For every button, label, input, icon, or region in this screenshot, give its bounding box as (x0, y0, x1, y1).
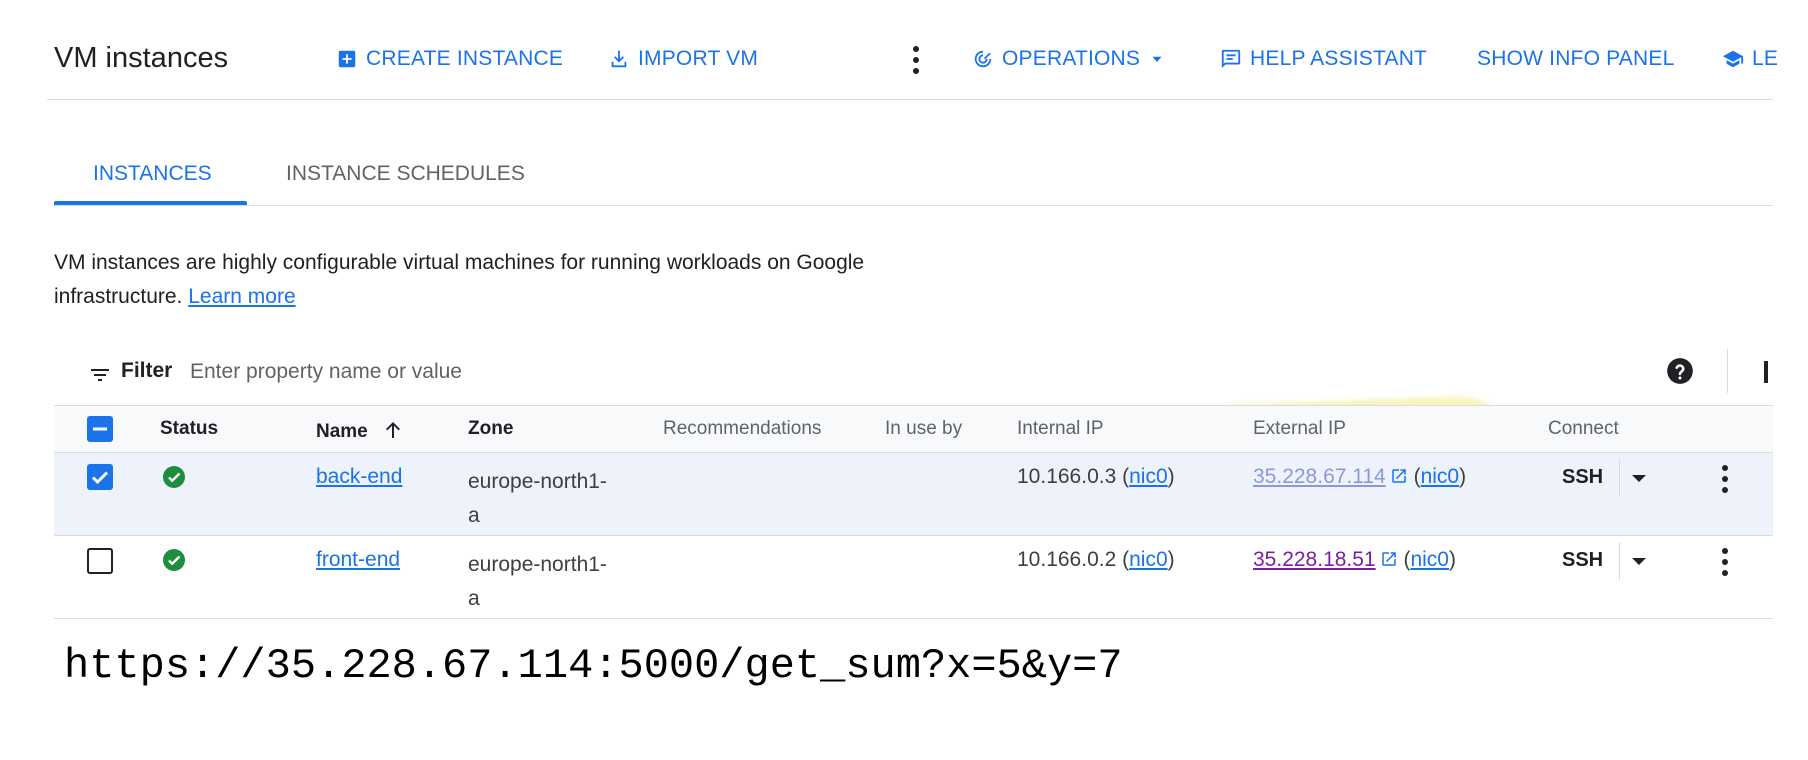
page-title: VM instances (54, 42, 229, 74)
external-nic-link[interactable]: nic0 (1410, 548, 1449, 571)
toolbar-divider (47, 99, 1773, 100)
caret-down-icon (1152, 56, 1162, 62)
internal-ip-value: 10.166.0.2 (1017, 548, 1117, 571)
add-box-icon (338, 50, 356, 68)
help-assistant-label: HELP ASSISTANT (1250, 47, 1428, 70)
filter-icon[interactable] (88, 363, 112, 387)
internal-nic-link[interactable]: nic0 (1129, 548, 1168, 571)
column-recommendations[interactable]: Recommendations (663, 418, 821, 440)
zone-cell: europe-north1- a (468, 548, 607, 616)
zone-line1: europe-north1- (468, 553, 607, 576)
table-header: Status Name Zone Recommendations In use … (54, 405, 1773, 453)
zone-cell: europe-north1- a (468, 465, 607, 533)
row-more-icon[interactable] (1721, 465, 1729, 495)
open-in-new-icon[interactable] (1390, 467, 1408, 485)
chat-icon (1221, 49, 1241, 69)
ssh-separator (1619, 459, 1620, 497)
more-actions-icon[interactable] (912, 46, 920, 76)
import-vm-label: IMPORT VM (638, 47, 759, 70)
column-zone[interactable]: Zone (468, 418, 513, 440)
external-ip-link[interactable]: 35.228.18.51 (1253, 548, 1376, 571)
sort-ascending-icon (386, 422, 401, 438)
zone-line1: europe-north1- (468, 470, 607, 493)
column-status[interactable]: Status (160, 418, 218, 440)
indeterminate-icon (93, 427, 107, 431)
show-info-panel-label: SHOW INFO PANEL (1477, 47, 1675, 70)
external-ip-cell: 35.228.67.114 (nic0) (1253, 465, 1467, 488)
tab-bar: INSTANCES INSTANCE SCHEDULES (54, 140, 1773, 206)
school-icon (1722, 50, 1744, 68)
filter-bar: Filter (54, 345, 1773, 405)
page-description: VM instances are highly configurable vir… (54, 246, 954, 314)
instance-name-link[interactable]: front-end (316, 548, 400, 572)
check-circle-icon (163, 466, 185, 488)
create-instance-label: CREATE INSTANCE (366, 47, 564, 70)
instance-name-link[interactable]: back-end (316, 465, 402, 489)
ssh-dropdown-icon[interactable] (1632, 558, 1646, 565)
learn-more-link[interactable]: Learn more (188, 285, 295, 308)
description-text: VM instances are highly configurable vir… (54, 251, 865, 308)
operations-icon (974, 50, 992, 68)
operations-label: OPERATIONS (1002, 47, 1141, 70)
learn-label: LE (1752, 47, 1779, 70)
checkmark-icon (91, 471, 109, 485)
internal-ip-value: 10.166.0.3 (1017, 465, 1117, 488)
tab-instance-schedules[interactable]: INSTANCE SCHEDULES (286, 140, 525, 204)
column-connect[interactable]: Connect (1548, 418, 1619, 440)
help-assistant-button[interactable]: HELP ASSISTANT (1220, 44, 1427, 74)
operations-button[interactable]: OPERATIONS (972, 44, 1166, 74)
external-ip-link[interactable]: 35.228.67.114 (1253, 465, 1386, 488)
table-row[interactable]: front-end europe-north1- a 10.166.0.2 (n… (54, 536, 1773, 619)
learn-button[interactable]: LE (1722, 44, 1778, 74)
download-icon (611, 50, 627, 68)
create-instance-button[interactable]: CREATE INSTANCE (336, 44, 563, 74)
import-vm-button[interactable]: IMPORT VM (608, 44, 758, 74)
row-checkbox[interactable] (87, 548, 113, 574)
internal-nic-link[interactable]: nic0 (1129, 465, 1168, 488)
internal-ip-cell: 10.166.0.3 (nic0) (1017, 465, 1175, 488)
column-external-ip[interactable]: External IP (1253, 418, 1346, 440)
ssh-button[interactable]: SSH (1562, 549, 1603, 572)
open-in-new-icon[interactable] (1380, 550, 1398, 568)
filter-label[interactable]: Filter (121, 359, 172, 383)
show-info-panel-button[interactable]: SHOW INFO PANEL (1477, 44, 1674, 74)
column-display-icon[interactable] (1764, 361, 1768, 383)
toolbar-separator (1727, 349, 1728, 393)
ssh-separator (1619, 542, 1620, 580)
zone-line2: a (468, 504, 480, 527)
tab-instances[interactable]: INSTANCES (93, 140, 212, 204)
annotation-url: https://35.228.67.114:5000/get_sum?x=5&y… (64, 642, 1123, 690)
top-toolbar: VM instances CREATE INSTANCE IMPORT VM O… (0, 0, 1808, 100)
column-in-use-by[interactable]: In use by (885, 418, 962, 440)
help-icon[interactable] (1666, 357, 1694, 385)
table-row[interactable]: back-end europe-north1- a 10.166.0.3 (ni… (54, 453, 1773, 536)
row-checkbox[interactable] (87, 464, 113, 490)
select-all-checkbox[interactable] (87, 416, 113, 442)
column-name-label: Name (316, 421, 368, 442)
check-circle-icon (163, 549, 185, 571)
zone-line2: a (468, 587, 480, 610)
external-nic-link[interactable]: nic0 (1421, 465, 1460, 488)
internal-ip-cell: 10.166.0.2 (nic0) (1017, 548, 1175, 571)
column-name[interactable]: Name (316, 418, 405, 443)
filter-input[interactable] (190, 355, 890, 389)
column-internal-ip[interactable]: Internal IP (1017, 418, 1104, 440)
instances-table: Status Name Zone Recommendations In use … (54, 405, 1773, 619)
tabs-divider (54, 205, 1773, 206)
external-ip-cell: 35.228.18.51 (nic0) (1253, 548, 1456, 571)
row-more-icon[interactable] (1721, 548, 1729, 578)
ssh-button[interactable]: SSH (1562, 466, 1603, 489)
ssh-dropdown-icon[interactable] (1632, 475, 1646, 482)
